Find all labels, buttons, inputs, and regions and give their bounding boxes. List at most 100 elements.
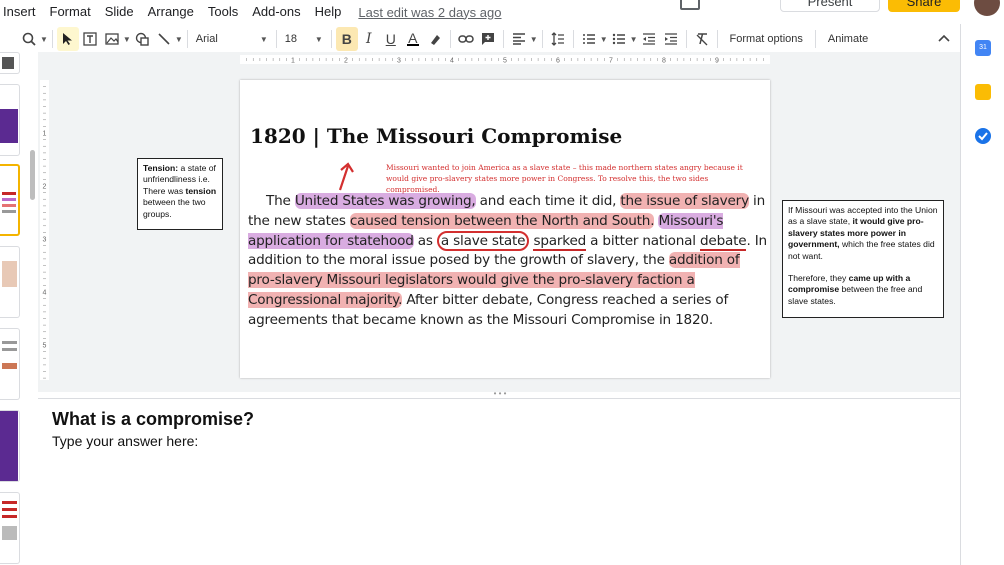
underlined-text: sparked bbox=[533, 232, 587, 251]
toolbar-separator bbox=[51, 30, 53, 48]
body-text: and each time it did, bbox=[475, 193, 621, 209]
highlight-icon[interactable] bbox=[424, 27, 446, 51]
ruler-label: 1 bbox=[43, 131, 47, 138]
textbox-icon[interactable] bbox=[79, 27, 101, 51]
slide-thumbnail[interactable] bbox=[0, 492, 20, 564]
zoom-icon[interactable] bbox=[18, 27, 40, 51]
add-comment-icon[interactable] bbox=[477, 27, 499, 51]
explanation-paragraph-1: If Missouri was accepted into the Union … bbox=[788, 205, 938, 262]
image-dropdown-icon[interactable]: ▼ bbox=[123, 35, 131, 44]
font-family-value: Arial bbox=[195, 33, 218, 45]
line-icon[interactable] bbox=[153, 27, 175, 51]
calendar-icon[interactable]: 31 bbox=[975, 40, 991, 56]
line-spacing-icon[interactable] bbox=[547, 27, 569, 51]
ruler-label: 1 bbox=[291, 58, 295, 65]
underlined-text: debate bbox=[700, 232, 747, 251]
bold-icon[interactable]: B bbox=[335, 27, 358, 51]
font-family-select[interactable]: Arial ▼ bbox=[192, 33, 272, 45]
slide-thumbnail[interactable] bbox=[0, 328, 20, 400]
shape-icon[interactable] bbox=[131, 27, 153, 51]
circled-text: a slave state bbox=[436, 230, 530, 251]
bulleted-list-dropdown-icon[interactable]: ▼ bbox=[630, 35, 638, 44]
vertical-ruler: 1 2 3 4 5 bbox=[40, 80, 49, 380]
menu-format[interactable]: Format bbox=[43, 1, 98, 23]
slide-thumbnail[interactable] bbox=[0, 410, 20, 482]
menu-bar: Insert Format Slide Arrange Tools Add-on… bbox=[0, 0, 1004, 24]
slide-thumbnail[interactable] bbox=[0, 52, 20, 74]
slide-thumbnail[interactable] bbox=[0, 246, 20, 318]
ruler-label: 4 bbox=[43, 290, 47, 297]
collapse-toolbar-icon[interactable] bbox=[938, 31, 950, 45]
numbered-list-icon[interactable] bbox=[578, 27, 600, 51]
comment-icon[interactable] bbox=[680, 0, 700, 10]
toolbar-separator bbox=[685, 30, 687, 48]
numbered-list-dropdown-icon[interactable]: ▼ bbox=[600, 35, 608, 44]
toolbar-separator bbox=[716, 30, 718, 48]
ruler-label: 8 bbox=[662, 58, 666, 65]
term-bold: tension bbox=[185, 185, 217, 196]
image-icon[interactable] bbox=[101, 27, 123, 51]
keep-icon[interactable] bbox=[975, 84, 991, 100]
definition-text: between the two groups. bbox=[143, 197, 206, 219]
ruler-label: 9 bbox=[715, 58, 719, 65]
tasks-icon[interactable] bbox=[975, 128, 991, 144]
decrease-indent-icon[interactable] bbox=[638, 27, 660, 51]
toolbar-separator bbox=[330, 30, 332, 48]
slide[interactable]: 1820 | The Missouri Compromise Missouri … bbox=[240, 80, 770, 378]
slide-thumbnail[interactable] bbox=[0, 84, 20, 156]
line-dropdown-icon[interactable]: ▼ bbox=[175, 35, 183, 44]
toolbar-separator bbox=[502, 30, 504, 48]
italic-icon[interactable]: I bbox=[358, 27, 380, 51]
bulleted-list-icon[interactable] bbox=[608, 27, 630, 51]
menu-tools[interactable]: Tools bbox=[201, 1, 245, 23]
menu-arrange[interactable]: Arrange bbox=[141, 1, 201, 23]
zoom-dropdown-icon[interactable]: ▼ bbox=[40, 35, 48, 44]
tension-definition-box[interactable]: Tension: a state of unfriendliness i.e. … bbox=[137, 158, 223, 230]
menu-slide[interactable]: Slide bbox=[98, 1, 141, 23]
font-size-select[interactable]: 18 ▼ bbox=[281, 33, 327, 45]
highlight-pink: caused tension between the North and Sou… bbox=[349, 212, 655, 229]
body-text: The bbox=[266, 193, 295, 209]
notes-answer[interactable]: Type your answer here: bbox=[52, 433, 198, 449]
slide-filmstrip bbox=[0, 52, 22, 565]
link-icon[interactable] bbox=[455, 27, 477, 51]
animate-button[interactable]: Animate bbox=[820, 33, 876, 45]
toolbar-separator bbox=[449, 30, 451, 48]
underline-icon[interactable]: U bbox=[380, 27, 402, 51]
top-right-actions: Present Share bbox=[680, 0, 1004, 16]
clear-formatting-icon[interactable] bbox=[691, 27, 713, 51]
menu-add-ons[interactable]: Add-ons bbox=[245, 1, 307, 23]
body-text: as bbox=[413, 232, 437, 249]
filmstrip-scrollbar[interactable] bbox=[30, 150, 35, 200]
toolbar-separator bbox=[275, 30, 277, 48]
red-arrow-icon bbox=[338, 162, 354, 191]
align-dropdown-icon[interactable]: ▼ bbox=[530, 35, 538, 44]
slide-red-note[interactable]: Missouri wanted to join America as a sla… bbox=[386, 162, 756, 195]
toolbar-separator bbox=[541, 30, 543, 48]
menu-help[interactable]: Help bbox=[308, 1, 349, 23]
explanation-box[interactable]: If Missouri was accepted into the Union … bbox=[782, 200, 944, 318]
slide-title[interactable]: 1820 | The Missouri Compromise bbox=[250, 124, 622, 148]
menu-insert[interactable]: Insert bbox=[0, 1, 43, 23]
ruler-label: 3 bbox=[43, 237, 47, 244]
speaker-notes[interactable]: What is a compromise? Type your answer h… bbox=[38, 398, 960, 565]
ruler-label: 3 bbox=[397, 58, 401, 65]
slide-body-text[interactable]: The United States was growing, and each … bbox=[248, 192, 768, 331]
body-text: a bitter national bbox=[586, 232, 700, 249]
avatar[interactable] bbox=[974, 0, 1000, 16]
last-edit-link[interactable]: Last edit was 2 days ago bbox=[358, 5, 501, 20]
font-size-value: 18 bbox=[284, 33, 298, 45]
ruler-label: 7 bbox=[609, 58, 613, 65]
notes-question: What is a compromise? bbox=[52, 409, 255, 429]
share-button[interactable]: Share bbox=[888, 0, 960, 12]
increase-indent-icon[interactable] bbox=[660, 27, 682, 51]
text-color-icon[interactable]: A bbox=[402, 27, 424, 51]
present-button[interactable]: Present bbox=[780, 0, 880, 12]
explanation-text: Therefore, they bbox=[788, 273, 849, 284]
format-options-button[interactable]: Format options bbox=[722, 33, 811, 45]
ruler-label: 2 bbox=[43, 184, 47, 191]
slide-thumbnail-current[interactable] bbox=[0, 164, 20, 236]
select-cursor-icon[interactable] bbox=[56, 27, 79, 51]
highlight-purple: United States was growing, bbox=[294, 193, 476, 209]
align-icon[interactable] bbox=[508, 27, 530, 51]
